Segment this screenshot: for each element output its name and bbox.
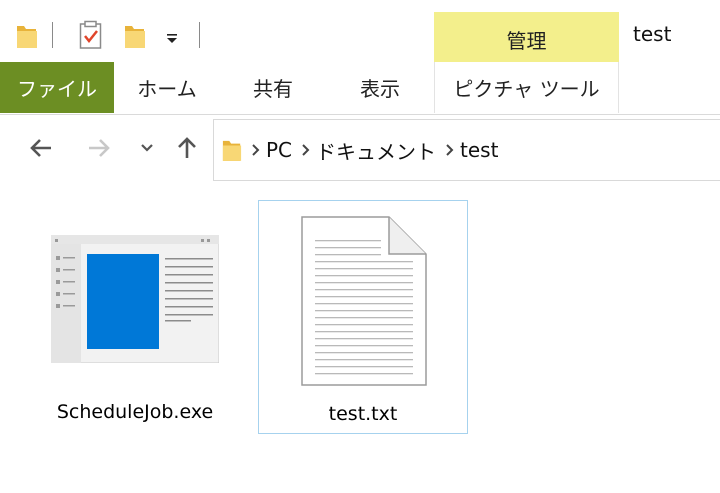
breadcrumb-separator-icon[interactable] bbox=[446, 144, 454, 156]
tab-share-label: 共有 bbox=[253, 77, 293, 101]
ribbon-tabs: ファイル ホーム 共有 表示 ピクチャ ツール bbox=[0, 62, 720, 115]
file-item-schedulejob[interactable]: ScheduleJob.exe bbox=[38, 205, 232, 433]
address-folder-icon bbox=[222, 137, 242, 163]
new-folder-icon[interactable] bbox=[124, 22, 146, 54]
breadcrumb-separator-icon[interactable] bbox=[302, 144, 310, 156]
up-button[interactable] bbox=[170, 115, 204, 181]
quick-access-separator bbox=[52, 22, 53, 48]
address-bar[interactable]: PC ドキュメント test bbox=[213, 119, 720, 181]
text-document-icon bbox=[301, 216, 427, 390]
file-name: test.txt bbox=[328, 403, 398, 425]
folder-icon[interactable] bbox=[16, 22, 38, 54]
manage-tab-label: 管理 bbox=[506, 28, 547, 53]
manage-contextual-tab[interactable]: 管理 bbox=[434, 12, 619, 62]
tab-share[interactable]: 共有 bbox=[220, 62, 326, 113]
file-name: ScheduleJob.exe bbox=[56, 401, 214, 423]
quick-access-separator bbox=[199, 22, 200, 48]
title-bar: 管理 test bbox=[0, 0, 720, 62]
forward-arrow-icon bbox=[89, 139, 110, 157]
back-button[interactable] bbox=[22, 115, 60, 181]
tab-home-label: ホーム bbox=[137, 77, 197, 101]
breadcrumb-item-pc[interactable]: PC bbox=[266, 138, 292, 162]
recent-locations-chevron-icon bbox=[141, 144, 153, 152]
up-arrow-icon bbox=[178, 137, 196, 158]
tab-home[interactable]: ホーム bbox=[114, 62, 220, 113]
back-arrow-icon bbox=[30, 139, 51, 157]
breadcrumb-item-test[interactable]: test bbox=[460, 138, 498, 162]
window-title: test bbox=[633, 22, 672, 46]
tab-view[interactable]: 表示 bbox=[326, 62, 434, 113]
tab-file-label: ファイル bbox=[17, 77, 97, 101]
tab-file[interactable]: ファイル bbox=[0, 62, 114, 113]
breadcrumb: PC ドキュメント test bbox=[214, 120, 498, 180]
forward-button[interactable] bbox=[80, 115, 118, 181]
recent-locations-button[interactable] bbox=[134, 115, 160, 181]
application-window-icon bbox=[50, 234, 220, 367]
breadcrumb-separator-icon[interactable] bbox=[252, 144, 260, 156]
properties-checkmark-icon[interactable] bbox=[79, 20, 103, 54]
tab-view-label: 表示 bbox=[360, 77, 400, 101]
breadcrumb-item-documents[interactable]: ドキュメント bbox=[316, 136, 436, 165]
customize-dropdown-icon[interactable] bbox=[165, 30, 179, 49]
tab-picture-tools-label: ピクチャ ツール bbox=[453, 77, 600, 101]
file-item-test-txt[interactable]: test.txt bbox=[258, 200, 468, 434]
tab-picture-tools[interactable]: ピクチャ ツール bbox=[434, 62, 619, 113]
